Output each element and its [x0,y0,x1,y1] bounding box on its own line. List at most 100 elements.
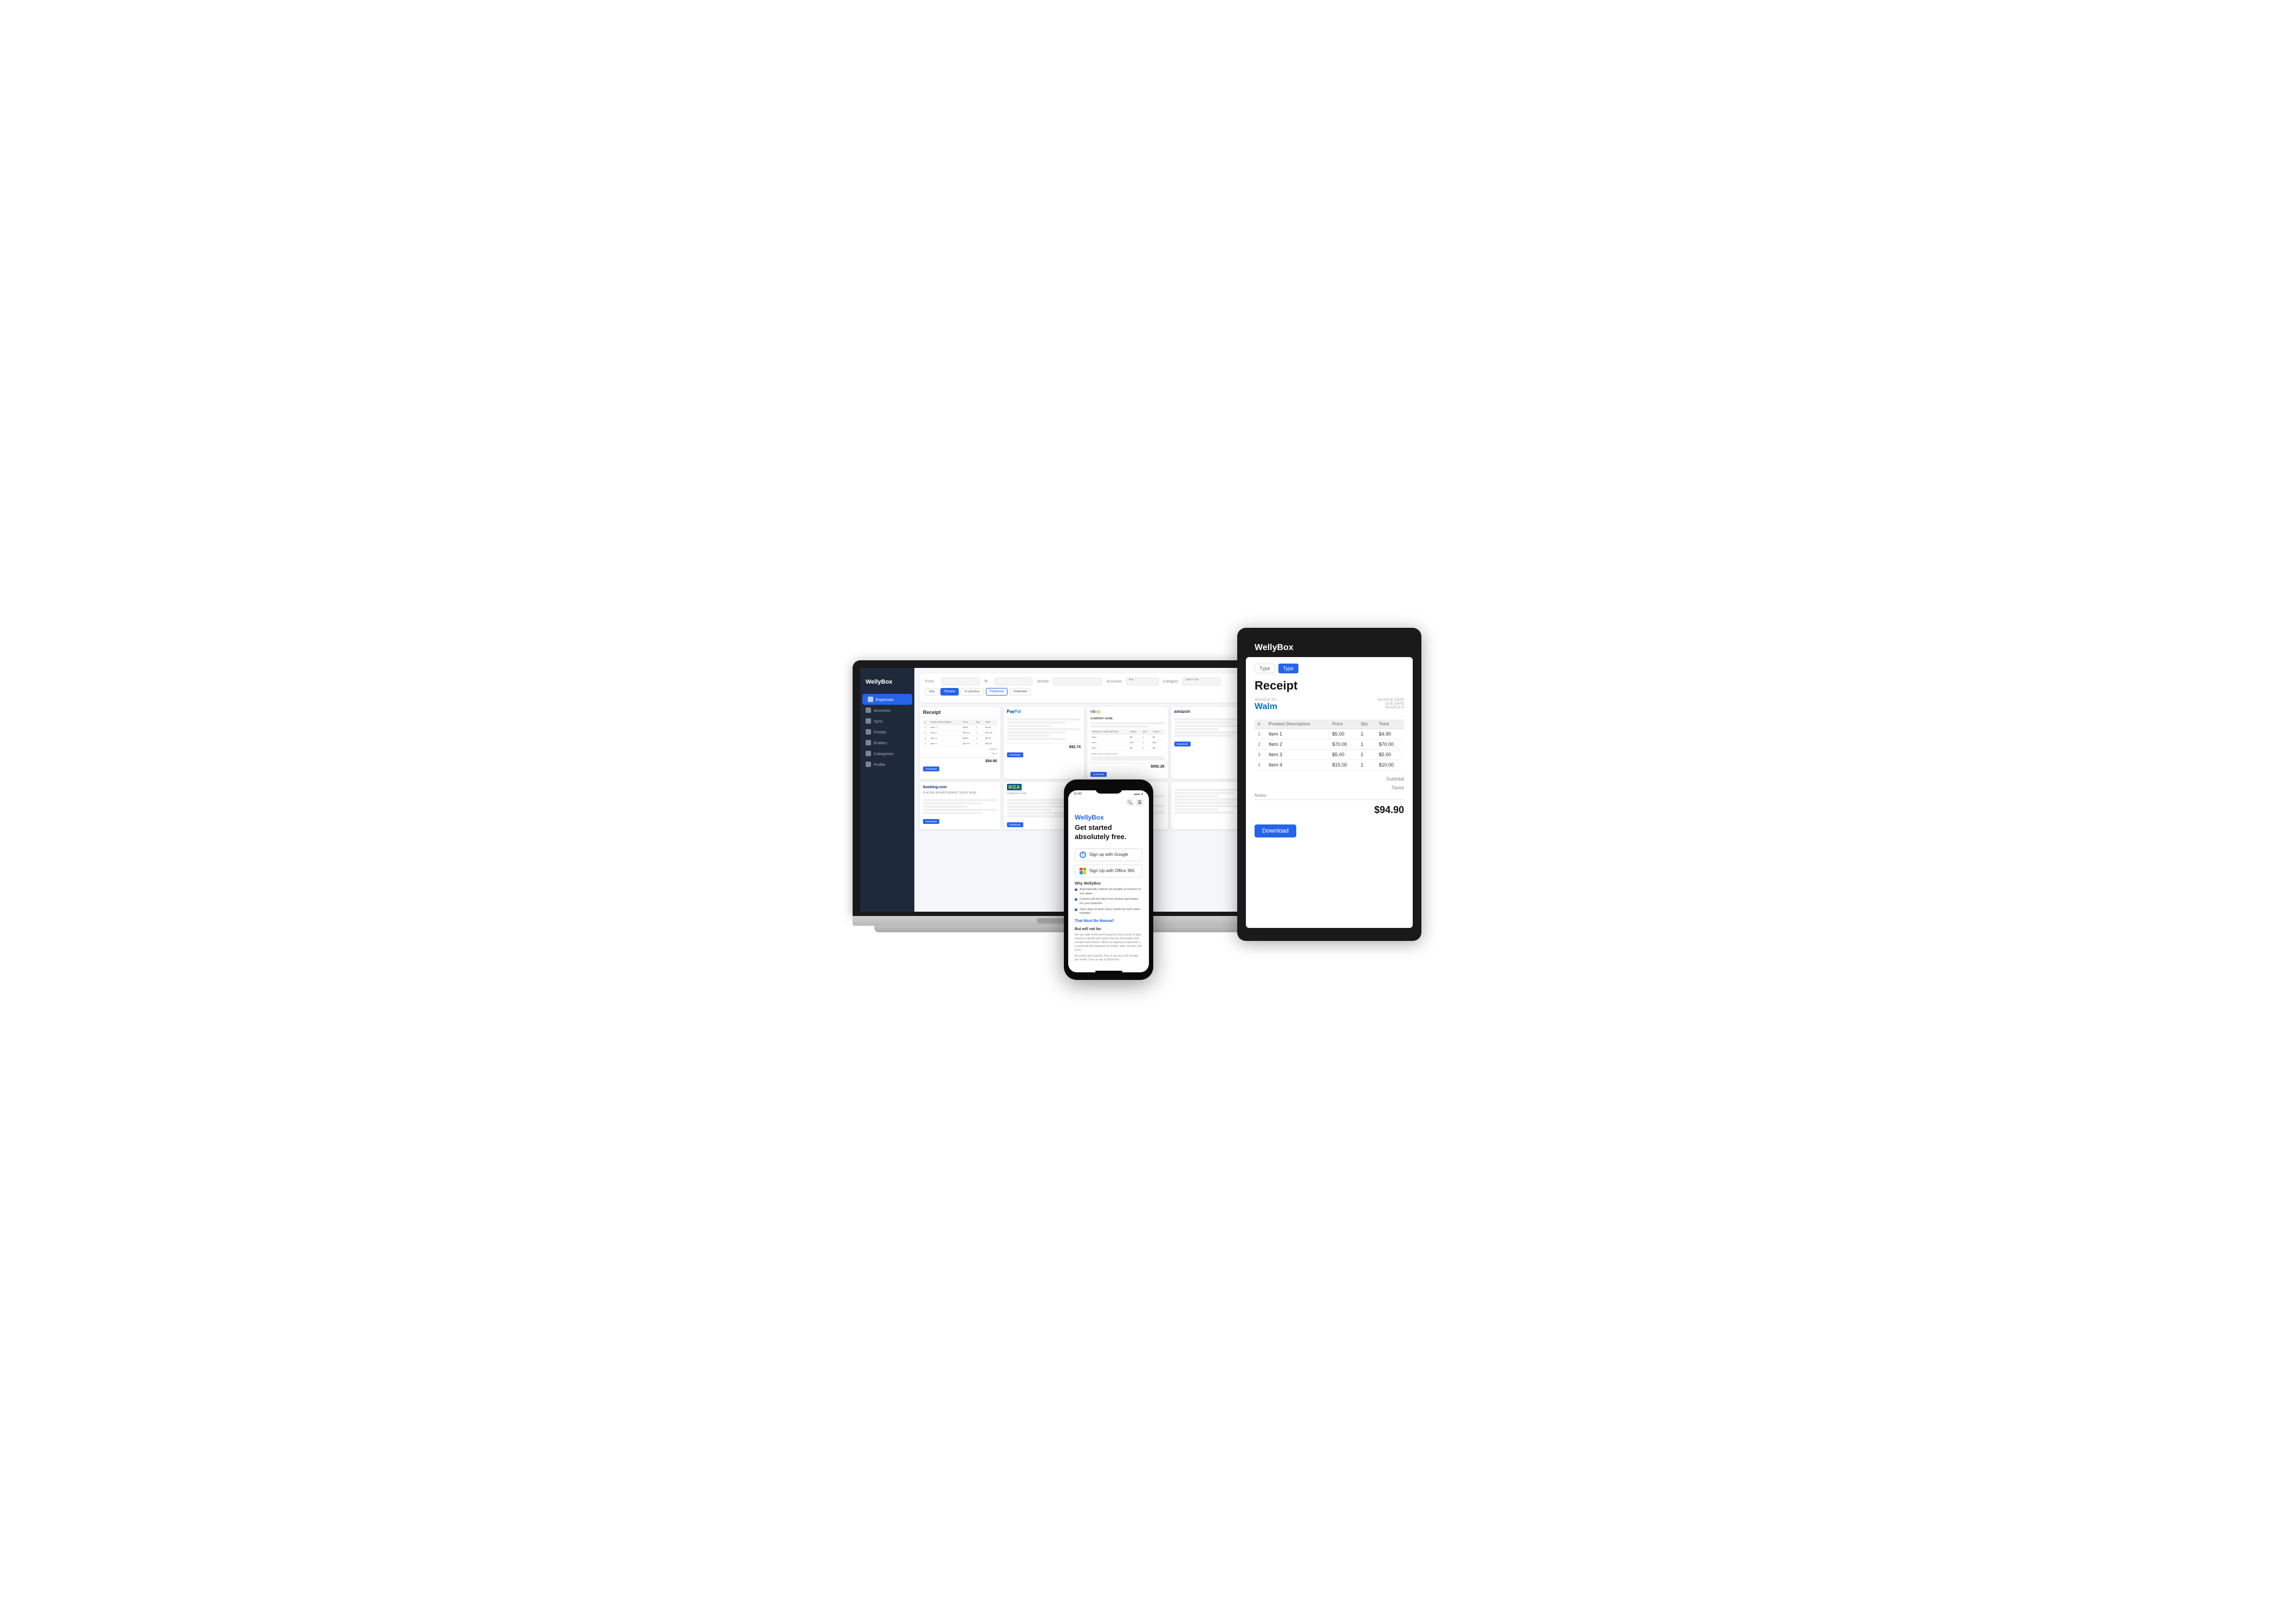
invoice-to-label: INVOICE TO [1255,698,1277,702]
receipt-card-paypal: PayPal $92.74 [1004,707,1084,779]
tablet-filter-active[interactable]: Type [1278,664,1299,673]
sidebar-item-categories[interactable]: Categories [860,748,914,759]
phone-notch [1095,786,1122,794]
receipt-table: #Product DescriptionPriceQtyTotal 1Item … [923,719,997,746]
tablet-content: Type Type Receipt INVOICE TO Walm INVOIC… [1246,657,1413,848]
table-row: 4Item 4$15.001$10.00 [1255,760,1404,770]
sidebar-item-portals[interactable]: Portals [860,726,914,737]
from-input[interactable] [941,678,979,685]
col-desc: Product Description [1265,719,1329,729]
phone-search-icon[interactable]: 🔍 [1126,798,1134,806]
phone-bullet-3: Save days of work every month for each t… [1075,908,1142,916]
to-input[interactable] [995,678,1032,685]
sidebar-item-expenses[interactable]: Expenses [862,694,912,705]
from-label: From [925,680,937,684]
app-logo: WellyBox [860,674,914,694]
subtotal-row: Subtotal [1255,775,1404,783]
phone-why-title: Why WellyBox [1075,882,1142,886]
tablet-device: WellyBox Type Type Receipt INVOICE TO Wa… [1237,628,1421,941]
phone-home-bar [1095,971,1122,972]
table-row: 1Item 1$5.001$4.90 [1255,729,1404,739]
phone-trust-title: That Must Be Manual! [1075,919,1142,923]
filter-tab-inprocess[interactable]: In process [961,688,984,696]
col-price: Price [1329,719,1357,729]
tablet-screen: Type Type Receipt INVOICE TO Walm INVOIC… [1246,657,1413,928]
phone-tagline: Get startedabsolutely free. [1075,823,1142,842]
paypal-download-btn[interactable]: Download [1007,752,1023,757]
bullet-icon-2 [1075,898,1077,901]
bullet-icon-1 [1075,888,1077,891]
phone-bottom-text: No credit card required. Free to use up … [1075,954,1142,962]
tablet-invoice-table: # Product Description Price Qty Total 1I… [1255,719,1404,770]
tablet-top-bar: WellyBox [1246,639,1413,657]
walmart-logo: Walm [1255,702,1277,712]
laptop-device: WellyBox Expenses Accounts Sync [853,660,1264,932]
receipt-download-btn[interactable]: Download [923,766,939,771]
sidebar-item-profile[interactable]: Profile [860,759,914,770]
sidebar-item-sync[interactable]: Sync [860,716,914,726]
filter-tab-review[interactable]: Review [940,688,959,696]
due-date-label: DUE DATE [1378,702,1404,706]
phone-trust-subtitle: But will not be: [1075,927,1142,931]
category-select[interactable]: Select One [1183,678,1220,685]
booking-logo: booking.com [920,782,1000,790]
filter-tab-irrelevant[interactable]: Irrelevant [1010,688,1031,696]
phone-menu-icon[interactable]: ☰ [1136,798,1144,806]
ebay-download-btn[interactable]: Download [1090,772,1107,777]
categories-icon [866,751,871,756]
filter-tab-published[interactable]: Published [986,688,1008,696]
tablet-download-btn[interactable]: Download [1255,824,1296,837]
invoice-num-label: INVOICE # [1378,706,1404,710]
ikea-download-btn[interactable]: Download [1007,822,1023,827]
table-row: 2Item 2$70.001$70.00 [1255,739,1404,750]
receipt-card-ebay: ebay COMPANY NAME PRODUCT DESCRIPTIONPRI… [1087,707,1168,779]
category-label: Category [1163,680,1178,684]
to-label: To [984,680,990,684]
filter-bar: From To Vendor Accounts Any Category [920,673,1251,703]
table-row: 3Item 3$5.001$5.00 [1255,750,1404,760]
phone-content: WellyBox Get startedabsolutely free. G S… [1068,808,1149,967]
receipt-card-booking: booking.com PLACING ADVERTISEMENT SPACE … [920,782,1000,829]
tablet-receipt-title: Receipt [1255,679,1404,693]
booking-download-btn[interactable]: Download [923,819,939,824]
paypal-total: $92.74 [1004,743,1084,751]
paypal-logo: PayPal [1004,707,1084,715]
laptop-foot [874,926,1243,932]
microsoft-icon [1080,868,1086,874]
ebay-total: $592.28 [1087,763,1168,770]
ebay-logo: ebay [1087,707,1168,715]
phone-signal: ●●● ✦ [1134,792,1144,796]
receipt-card-title: Receipt [920,707,1000,717]
tablet-filter-row: Type Type [1255,664,1404,673]
marketing-scene: WellyBox Expenses Accounts Sync [853,628,1421,996]
tablet-filter-type[interactable]: Type [1255,664,1275,673]
phone-office365-signup-btn[interactable]: Sign Up with Office 365 [1075,865,1142,878]
filter-tab-any[interactable]: Any [925,688,938,696]
entities-icon [866,740,871,745]
notes-label: Notes: [1255,792,1404,799]
col-num: # [1255,719,1265,729]
accounts-select[interactable]: Any [1126,678,1159,685]
col-total: Total [1376,719,1404,729]
profile-icon [866,762,871,767]
sidebar-item-entities[interactable]: Entities [860,737,914,748]
tablet-invoice-header: INVOICE TO Walm INVOICE DATE DUE DATE IN… [1255,698,1404,715]
phone-screen: 10:40 ●●● ✦ 🔍 ☰ WellyBox Get startedabso… [1068,790,1149,972]
vendor-input[interactable] [1053,678,1102,685]
amazon-download-btn[interactable]: Download [1174,742,1191,746]
sidebar-item-accounts[interactable]: Accounts [860,705,914,716]
phone-logo: WellyBox [1075,814,1142,821]
receipt-total: $94.90 [920,757,1000,765]
receipt-card-1: Receipt #Product DescriptionPriceQtyTota… [920,707,1000,779]
tablet-logo: WellyBox [1255,643,1294,652]
vendor-label: Vendor [1037,680,1049,684]
accounts-icon [866,707,871,713]
phone-bullet-1: Automatically collects all receipts & in… [1075,888,1142,896]
col-qty: Qty [1357,719,1376,729]
phone-device: 10:40 ●●● ✦ 🔍 ☰ WellyBox Get startedabso… [1064,779,1153,980]
phone-bullet-2: Connect all the inbox that receive purch… [1075,898,1142,906]
taxes-row: Taxes [1255,783,1404,792]
phone-google-signup-btn[interactable]: G Sign up with Google [1075,848,1142,861]
phone-time: 10:40 [1074,792,1082,796]
portals-icon [866,729,871,735]
